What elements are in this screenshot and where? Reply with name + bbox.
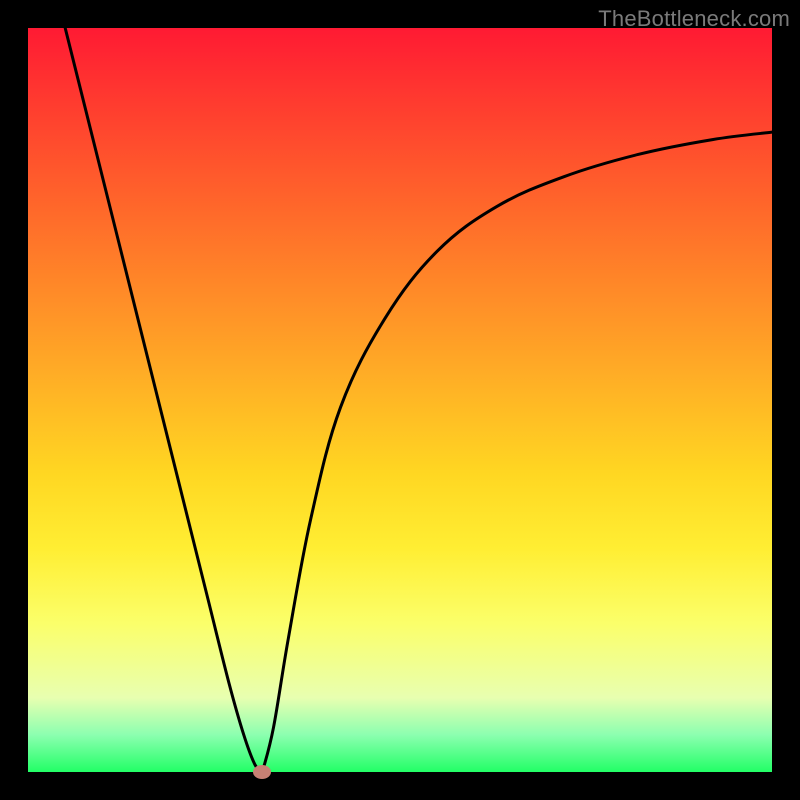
minimum-marker	[253, 765, 271, 779]
watermark-text: TheBottleneck.com	[598, 6, 790, 32]
chart-plot-area	[28, 28, 772, 772]
